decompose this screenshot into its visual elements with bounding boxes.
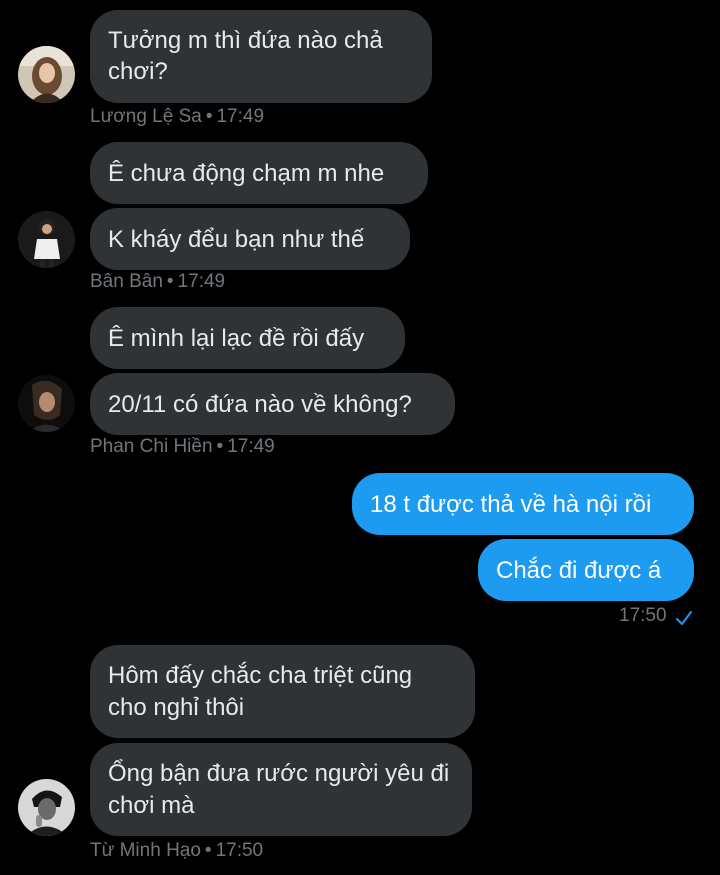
message-meta: Bân Bân • 17:49 [90,271,225,293]
separator: • [205,106,213,127]
message-bubble-outgoing[interactable]: Chắc đi được á [478,539,694,601]
message-bubble[interactable]: Ê chưa động chạm m nhe [90,142,428,204]
message-text: Ê mình lại lạc đề rồi đấy [108,325,365,352]
avatar[interactable] [18,375,75,432]
separator: • [204,840,212,861]
message-bubble[interactable]: Tưởng m thì đứa nào chả chơi? [90,10,432,103]
timestamp: 17:49 [216,106,265,127]
sender-name: Phan Chi Hiền [90,436,213,457]
message-text: Tưởng m thì đứa nào chả chơi? [108,27,383,85]
message-text: K kháy đểu bạn như thế [108,226,365,253]
timestamp: 17:50 [619,605,667,626]
timestamp: 17:50 [215,840,264,861]
sender-name: Lương Lệ Sa [90,106,202,127]
separator: • [216,436,224,457]
message-text: Hôm đấy chắc cha triệt cũng cho nghỉ thô… [108,662,413,721]
message-meta: 17:50 [619,605,667,627]
message-meta: Từ Minh Hạo • 17:50 [90,840,263,862]
sender-name: Từ Minh Hạo [90,840,201,861]
message-bubble[interactable]: 20/11 có đứa nào về không? [90,373,455,435]
avatar[interactable] [18,779,75,836]
timestamp: 17:49 [177,271,226,292]
avatar[interactable] [18,46,75,103]
message-bubble[interactable]: Ê mình lại lạc đề rồi đấy [90,307,405,369]
avatar[interactable] [18,211,75,268]
message-text: 20/11 có đứa nào về không? [108,391,412,418]
separator: • [166,271,174,292]
sender-name: Bân Bân [90,271,163,292]
read-check-icon [676,611,692,625]
message-bubble-outgoing[interactable]: 18 t được thả về hà nội rồi [352,473,694,535]
message-bubble[interactable]: Hôm đấy chắc cha triệt cũng cho nghỉ thô… [90,645,475,738]
timestamp: 17:49 [227,436,275,457]
message-text: 18 t được thả về hà nội rồi [370,491,652,518]
message-meta: Phan Chi Hiền • 17:49 [90,436,275,458]
message-bubble[interactable]: K kháy đểu bạn như thế [90,208,410,270]
message-bubble[interactable]: Ổng bận đưa rước người yêu đi chơi mà [90,743,472,836]
message-text: Ê chưa động chạm m nhe [108,160,385,187]
message-text: Ổng bận đưa rước người yêu đi chơi mà [108,760,450,819]
message-text: Chắc đi được á [496,557,662,584]
message-meta: Lương Lệ Sa • 17:49 [90,106,264,128]
